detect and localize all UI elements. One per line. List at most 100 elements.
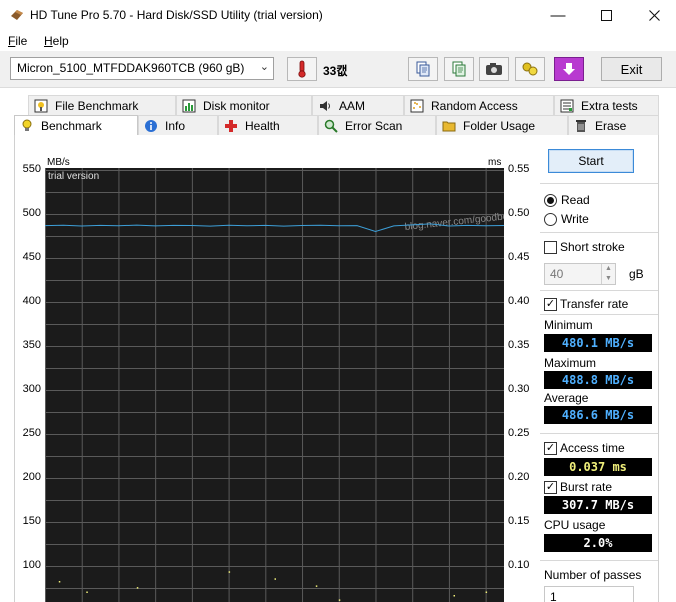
read-radio[interactable]: Read <box>544 193 590 207</box>
speaker-icon <box>317 98 333 114</box>
hdtune-app-icon <box>11 10 23 20</box>
y-right-tick-label: 0.15 <box>508 515 530 527</box>
short-stroke-label: Short stroke <box>560 240 625 254</box>
tab-folder-usage[interactable]: Folder Usage <box>436 115 568 135</box>
tab-erase[interactable]: Erase <box>568 115 659 135</box>
tab-row-bottom: Benchmark Info Health Error Scan Folder … <box>14 115 659 135</box>
y-left-tick-label: 100 <box>22 559 41 571</box>
minimum-value: 480.1 MB/s <box>544 334 652 352</box>
exit-button-label: Exit <box>620 61 643 77</box>
minimize-button[interactable]: — <box>536 0 580 31</box>
cpu-usage-value: 2.0% <box>544 534 652 552</box>
random-access-icon <box>409 98 425 114</box>
access-time-value: 0.037 ms <box>544 458 652 476</box>
tab-benchmark-label: Benchmark <box>41 118 102 133</box>
separator <box>540 183 658 184</box>
tab-extra-tests[interactable]: Extra tests <box>554 95 659 115</box>
tab-health[interactable]: Health <box>218 115 318 135</box>
trial-version-label: trial version <box>48 171 100 182</box>
write-radio-dot <box>544 212 557 226</box>
access-time-box: ✓ <box>544 441 557 455</box>
copy-text-button[interactable] <box>408 57 438 81</box>
title-bar: HD Tune Pro 5.70 - Hard Disk/SSD Utility… <box>0 0 676 31</box>
save-button[interactable] <box>554 57 584 81</box>
copy-icon <box>416 61 430 77</box>
burst-rate-box: ✓ <box>544 480 557 494</box>
window-title: HD Tune Pro 5.70 - Hard Disk/SSD Utility… <box>30 8 323 22</box>
copy-all-button[interactable] <box>444 57 474 81</box>
access-time-checkbox[interactable]: ✓ Access time <box>544 441 625 455</box>
read-radio-label: Read <box>561 193 590 207</box>
minimize-icon: — <box>550 7 566 24</box>
lightbulb-icon <box>19 118 35 134</box>
tab-error-scan[interactable]: Error Scan <box>318 115 436 135</box>
exit-button[interactable]: Exit <box>601 57 662 81</box>
passes-spinner[interactable]: 1 <box>544 586 634 602</box>
burst-rate-checkbox[interactable]: ✓ Burst rate <box>544 480 612 494</box>
tab-disk-monitor[interactable]: Disk monitor <box>176 95 312 115</box>
tab-info[interactable]: Info <box>138 115 218 135</box>
y-left-tick-label: 150 <box>22 515 41 527</box>
minimum-label: Minimum <box>544 318 593 332</box>
options-button[interactable] <box>515 57 545 81</box>
maximize-button[interactable] <box>584 0 628 31</box>
camera-icon <box>486 63 502 75</box>
menu-help-label: elp <box>52 34 69 48</box>
cpu-usage-label: CPU usage <box>544 518 606 532</box>
y-left-tick-label: 500 <box>22 207 41 219</box>
chevron-down-icon: ⌄ <box>259 61 269 73</box>
y-left-tick-label: 200 <box>22 471 41 483</box>
menu-help-mnemonic: H <box>44 34 53 48</box>
temperature-button[interactable] <box>287 57 317 81</box>
menu-help[interactable]: Help <box>44 34 69 48</box>
maximize-icon <box>600 10 612 21</box>
short-stroke-box <box>544 240 557 254</box>
screenshot-button[interactable] <box>479 57 509 81</box>
tab-aam[interactable]: AAM <box>312 95 404 115</box>
maximum-value: 488.8 MB/s <box>544 371 652 389</box>
access-time-point <box>136 587 139 589</box>
write-radio[interactable]: Write <box>544 212 589 226</box>
start-button-label: Start <box>578 154 604 168</box>
burst-rate-value: 307.7 MB/s <box>544 496 652 514</box>
tab-disk-monitor-label: Disk monitor <box>203 98 270 113</box>
transfer-rate-checkbox[interactable]: ✓ Transfer rate <box>544 297 628 311</box>
short-stroke-spinner[interactable]: 40 ▲ ▼ <box>544 263 616 285</box>
y-left-tick-label: 400 <box>22 295 41 307</box>
y-left-tick-label: 300 <box>22 383 41 395</box>
watermark-text: blog.naver.com/goodboy0505 <box>404 208 504 233</box>
disk-monitor-icon <box>181 98 197 114</box>
access-time-point <box>315 585 318 587</box>
tab-extra-tests-label: Extra tests <box>581 98 638 113</box>
short-stroke-checkbox[interactable]: Short stroke <box>544 240 625 254</box>
burst-rate-label: Burst rate <box>560 480 613 494</box>
start-button[interactable]: Start <box>548 149 634 173</box>
drive-select-value: Micron_5100_MTFDDAK960TCB (960 gB) <box>17 61 245 75</box>
tab-info-label: Info <box>165 118 186 133</box>
transfer-rate-label: Transfer rate <box>560 297 629 311</box>
benchmark-chart-svg: blog.naver.com/goodboy0505 <box>45 168 504 602</box>
drive-select[interactable]: Micron_5100_MTFDDAK960TCB (960 gB) ⌄ <box>10 57 274 80</box>
tab-file-benchmark[interactable]: File Benchmark <box>28 95 176 115</box>
spinner-arrows-icon[interactable]: ▲ ▼ <box>601 264 615 284</box>
close-button[interactable] <box>632 0 676 31</box>
tab-benchmark[interactable]: Benchmark <box>14 115 138 135</box>
y-right-tick-label: 0.50 <box>508 207 530 219</box>
tab-aam-label: AAM <box>339 98 366 113</box>
y-right-tick-label: 0.10 <box>508 559 530 571</box>
file-benchmark-icon <box>33 98 49 114</box>
thermometer-icon <box>298 60 306 78</box>
menu-file[interactable]: File <box>8 34 27 48</box>
tab-file-benchmark-label: File Benchmark <box>55 98 139 113</box>
passes-label: Number of passes <box>544 568 642 582</box>
access-time-point <box>453 595 455 597</box>
tab-random-access[interactable]: Random Access <box>404 95 554 115</box>
y-right-tick-label: 0.25 <box>508 427 530 439</box>
download-arrow-icon <box>563 63 575 75</box>
access-time-point <box>86 591 88 593</box>
options-icon <box>522 62 538 76</box>
tab-error-scan-label: Error Scan <box>345 118 403 133</box>
info-icon <box>143 118 159 134</box>
tab-random-access-label: Random Access <box>431 98 518 113</box>
tab-health-label: Health <box>245 118 280 133</box>
